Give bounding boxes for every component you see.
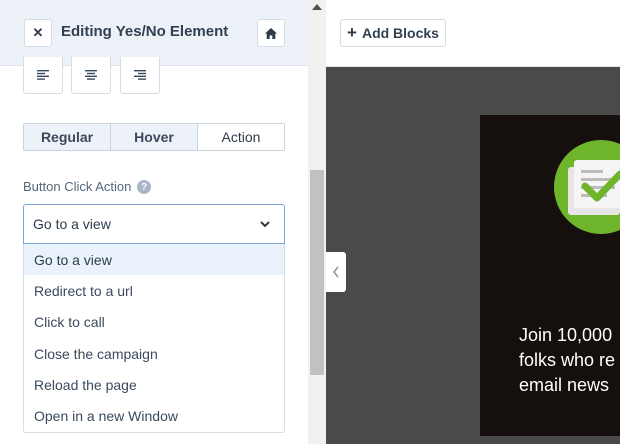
newsletter-check-icon xyxy=(554,140,620,234)
align-left-button[interactable] xyxy=(23,57,63,94)
option-reload-page[interactable]: Reload the page xyxy=(24,369,284,400)
option-redirect-to-url[interactable]: Redirect to a url xyxy=(24,275,284,306)
align-left-icon xyxy=(37,70,49,80)
preview-line-2: folks who re xyxy=(519,350,616,370)
home-button[interactable] xyxy=(257,19,285,47)
preview-headline: Join 10,000 folks who re email news xyxy=(519,323,620,398)
align-right-icon xyxy=(134,70,146,80)
newsletter-icon-graphic xyxy=(568,160,620,215)
preview-line-3: email news xyxy=(519,375,610,395)
collapse-panel-button[interactable] xyxy=(326,252,346,292)
align-right-button[interactable] xyxy=(120,57,160,94)
scroll-thumb[interactable] xyxy=(310,170,324,375)
chevron-left-icon xyxy=(332,266,339,278)
button-click-action-label: Button Click Action xyxy=(23,179,132,194)
tab-hover[interactable]: Hover xyxy=(111,124,198,150)
option-open-new-window[interactable]: Open in a new Window xyxy=(24,400,284,431)
option-close-campaign[interactable]: Close the campaign xyxy=(24,338,284,369)
plus-icon: + xyxy=(347,23,357,42)
close-icon: ✕ xyxy=(32,25,44,40)
option-click-to-call[interactable]: Click to call xyxy=(24,307,284,338)
campaign-preview[interactable]: Join 10,000 folks who re email news xyxy=(480,115,620,436)
panel-scrollbar[interactable] xyxy=(308,0,326,444)
select-value: Go to a view xyxy=(33,216,111,232)
close-button[interactable]: ✕ xyxy=(24,19,52,47)
preview-line-1: Join 10,000 xyxy=(519,325,613,345)
tab-regular[interactable]: Regular xyxy=(24,124,111,150)
align-center-button[interactable] xyxy=(71,57,111,94)
tab-action[interactable]: Action xyxy=(198,124,284,150)
help-icon[interactable]: ? xyxy=(137,180,151,194)
dropdown-menu: Go to a view Redirect to a url Click to … xyxy=(23,244,285,433)
option-go-to-a-view[interactable]: Go to a view xyxy=(24,244,284,276)
panel-title: Editing Yes/No Element xyxy=(61,23,229,40)
add-blocks-button[interactable]: + Add Blocks xyxy=(340,19,446,47)
canvas-toolbar: + Add Blocks xyxy=(326,0,620,67)
chevron-down-icon xyxy=(260,221,270,228)
state-tabs: Regular Hover Action xyxy=(23,123,285,151)
editor-panel: ✕ Editing Yes/No Element Regular Hover A… xyxy=(0,0,308,444)
add-blocks-label: Add Blocks xyxy=(361,25,439,41)
scroll-up-arrow-icon[interactable] xyxy=(312,4,322,10)
align-center-icon xyxy=(85,70,97,80)
home-icon xyxy=(265,27,277,39)
button-click-action-select[interactable]: Go to a view xyxy=(23,204,285,244)
